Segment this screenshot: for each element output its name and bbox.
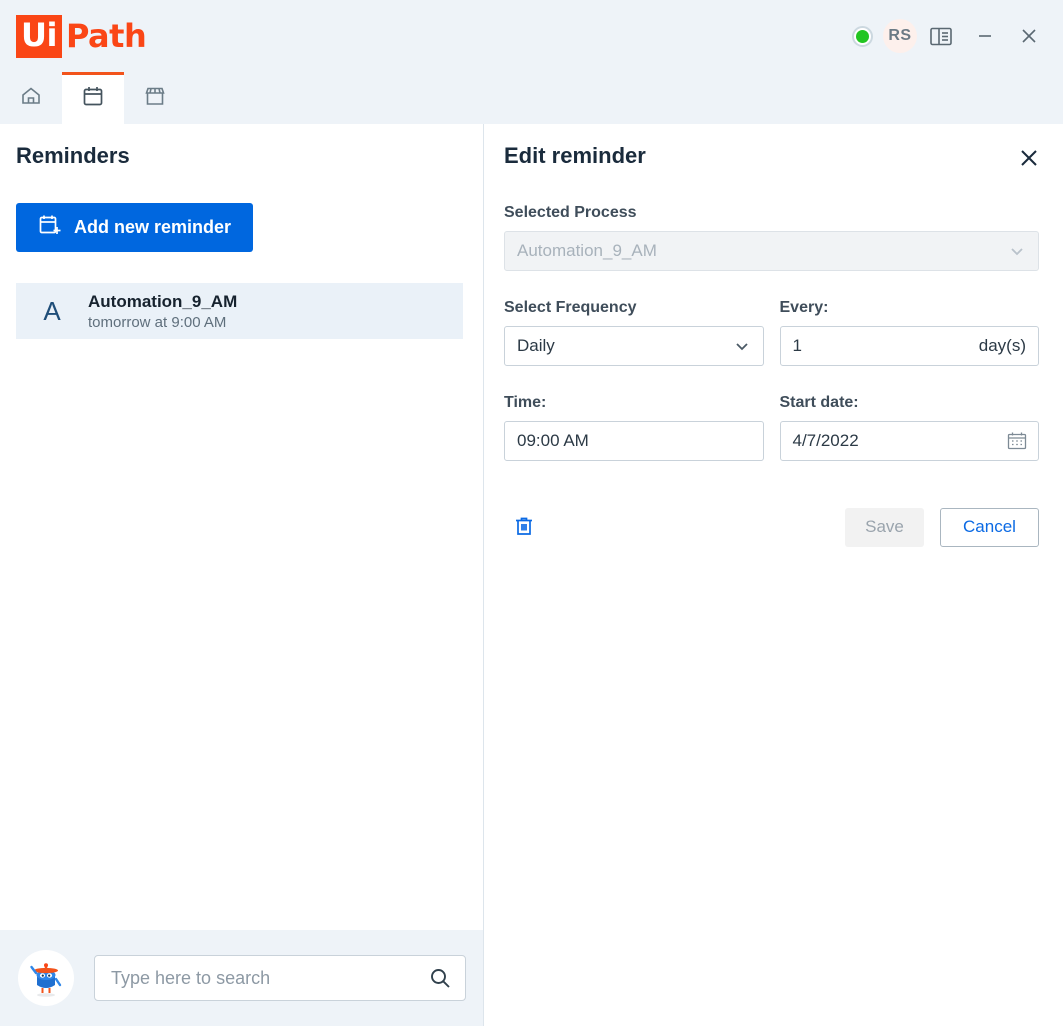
minimize-icon[interactable] [965, 16, 1005, 56]
start-date-field: Start date: 4/7/2022 [779, 394, 1039, 461]
delete-reminder-button[interactable] [504, 507, 544, 547]
add-new-reminder-button[interactable]: Add new reminder [16, 203, 254, 252]
form-actions: Save Cancel [504, 507, 1039, 547]
every-unit: day(s) [978, 336, 1026, 355]
calendar-icon [81, 84, 105, 113]
robot-mascot-icon[interactable] [18, 950, 74, 1006]
time-label: Time: [504, 394, 547, 411]
selected-process-label: Selected Process [504, 204, 637, 221]
edit-reminder-panel: Edit reminder Selected Process Automatio… [484, 124, 1063, 1026]
start-date-value: 4/7/2022 [792, 431, 859, 450]
cancel-button[interactable]: Cancel [940, 507, 1039, 547]
every-field: Every: 1 day(s) [779, 299, 1039, 366]
store-icon [143, 85, 167, 112]
uipath-assistant-window: Ui Path RS Reminders Add new reminder A … [0, 0, 1063, 1026]
tab-home[interactable] [0, 72, 62, 124]
status-indicator-icon[interactable] [845, 19, 879, 53]
every-value: 1 [792, 336, 802, 355]
search-icon[interactable] [428, 966, 452, 990]
search-field [94, 955, 466, 1001]
tab-marketplace[interactable] [124, 72, 186, 124]
selected-process-select: Automation_9_AM [504, 231, 1039, 271]
page-title: Reminders [16, 143, 130, 168]
window-controls: RS [845, 0, 1063, 72]
select-frequency-dropdown[interactable]: Daily [504, 326, 764, 366]
edit-reminder-title: Edit reminder [504, 143, 646, 168]
every-label: Every: [779, 299, 829, 316]
logo-wordmark: Path [65, 17, 147, 55]
every-input[interactable]: 1 day(s) [779, 326, 1039, 366]
start-date-label: Start date: [779, 394, 859, 411]
select-frequency-value: Daily [517, 336, 555, 355]
selected-process-value: Automation_9_AM [517, 241, 657, 260]
edit-reminder-header: Edit reminder [484, 124, 1063, 186]
uipath-logo: Ui Path [16, 14, 147, 58]
reminders-sidebar: Reminders Add new reminder A Automation_… [0, 124, 483, 1026]
avatar: A [43, 295, 61, 326]
time-input[interactable]: 09:00 AM [504, 421, 764, 461]
time-field: Time: 09:00 AM [504, 394, 764, 461]
time-value: 09:00 AM [517, 431, 589, 450]
select-frequency-label: Select Frequency [504, 299, 637, 316]
user-avatar[interactable]: RS [883, 19, 917, 53]
add-new-reminder-label: Add new reminder [74, 217, 232, 237]
save-button[interactable]: Save [845, 507, 924, 547]
close-icon[interactable] [1009, 16, 1049, 56]
list-item[interactable]: A Automation_9_AM tomorrow at 9:00 AM [16, 283, 463, 339]
trash-icon [512, 514, 536, 541]
list-item-subtitle: tomorrow at 9:00 AM [88, 313, 227, 331]
calendar-picker-icon[interactable] [1006, 430, 1028, 452]
list-item-title: Automation_9_AM [88, 291, 238, 311]
calendar-plus-icon [38, 213, 62, 242]
select-frequency-field: Select Frequency Daily [504, 299, 764, 366]
layout-panel-icon[interactable] [921, 16, 961, 56]
home-icon [19, 84, 43, 113]
search-input[interactable] [94, 955, 466, 1001]
title-bar: Ui Path RS [0, 0, 1063, 72]
edit-reminder-form: Selected Process Automation_9_AM Select … [504, 204, 1039, 547]
tab-reminders[interactable] [62, 72, 124, 124]
tab-strip [0, 72, 1063, 124]
chevron-down-icon [1007, 241, 1027, 261]
selected-process-field: Selected Process Automation_9_AM [504, 204, 1039, 271]
bottom-search-bar [0, 930, 483, 1026]
logo-mark: Ui [16, 14, 62, 58]
start-date-input[interactable]: 4/7/2022 [779, 421, 1039, 461]
close-panel-icon[interactable] [1013, 142, 1045, 174]
chevron-down-icon [732, 336, 752, 356]
